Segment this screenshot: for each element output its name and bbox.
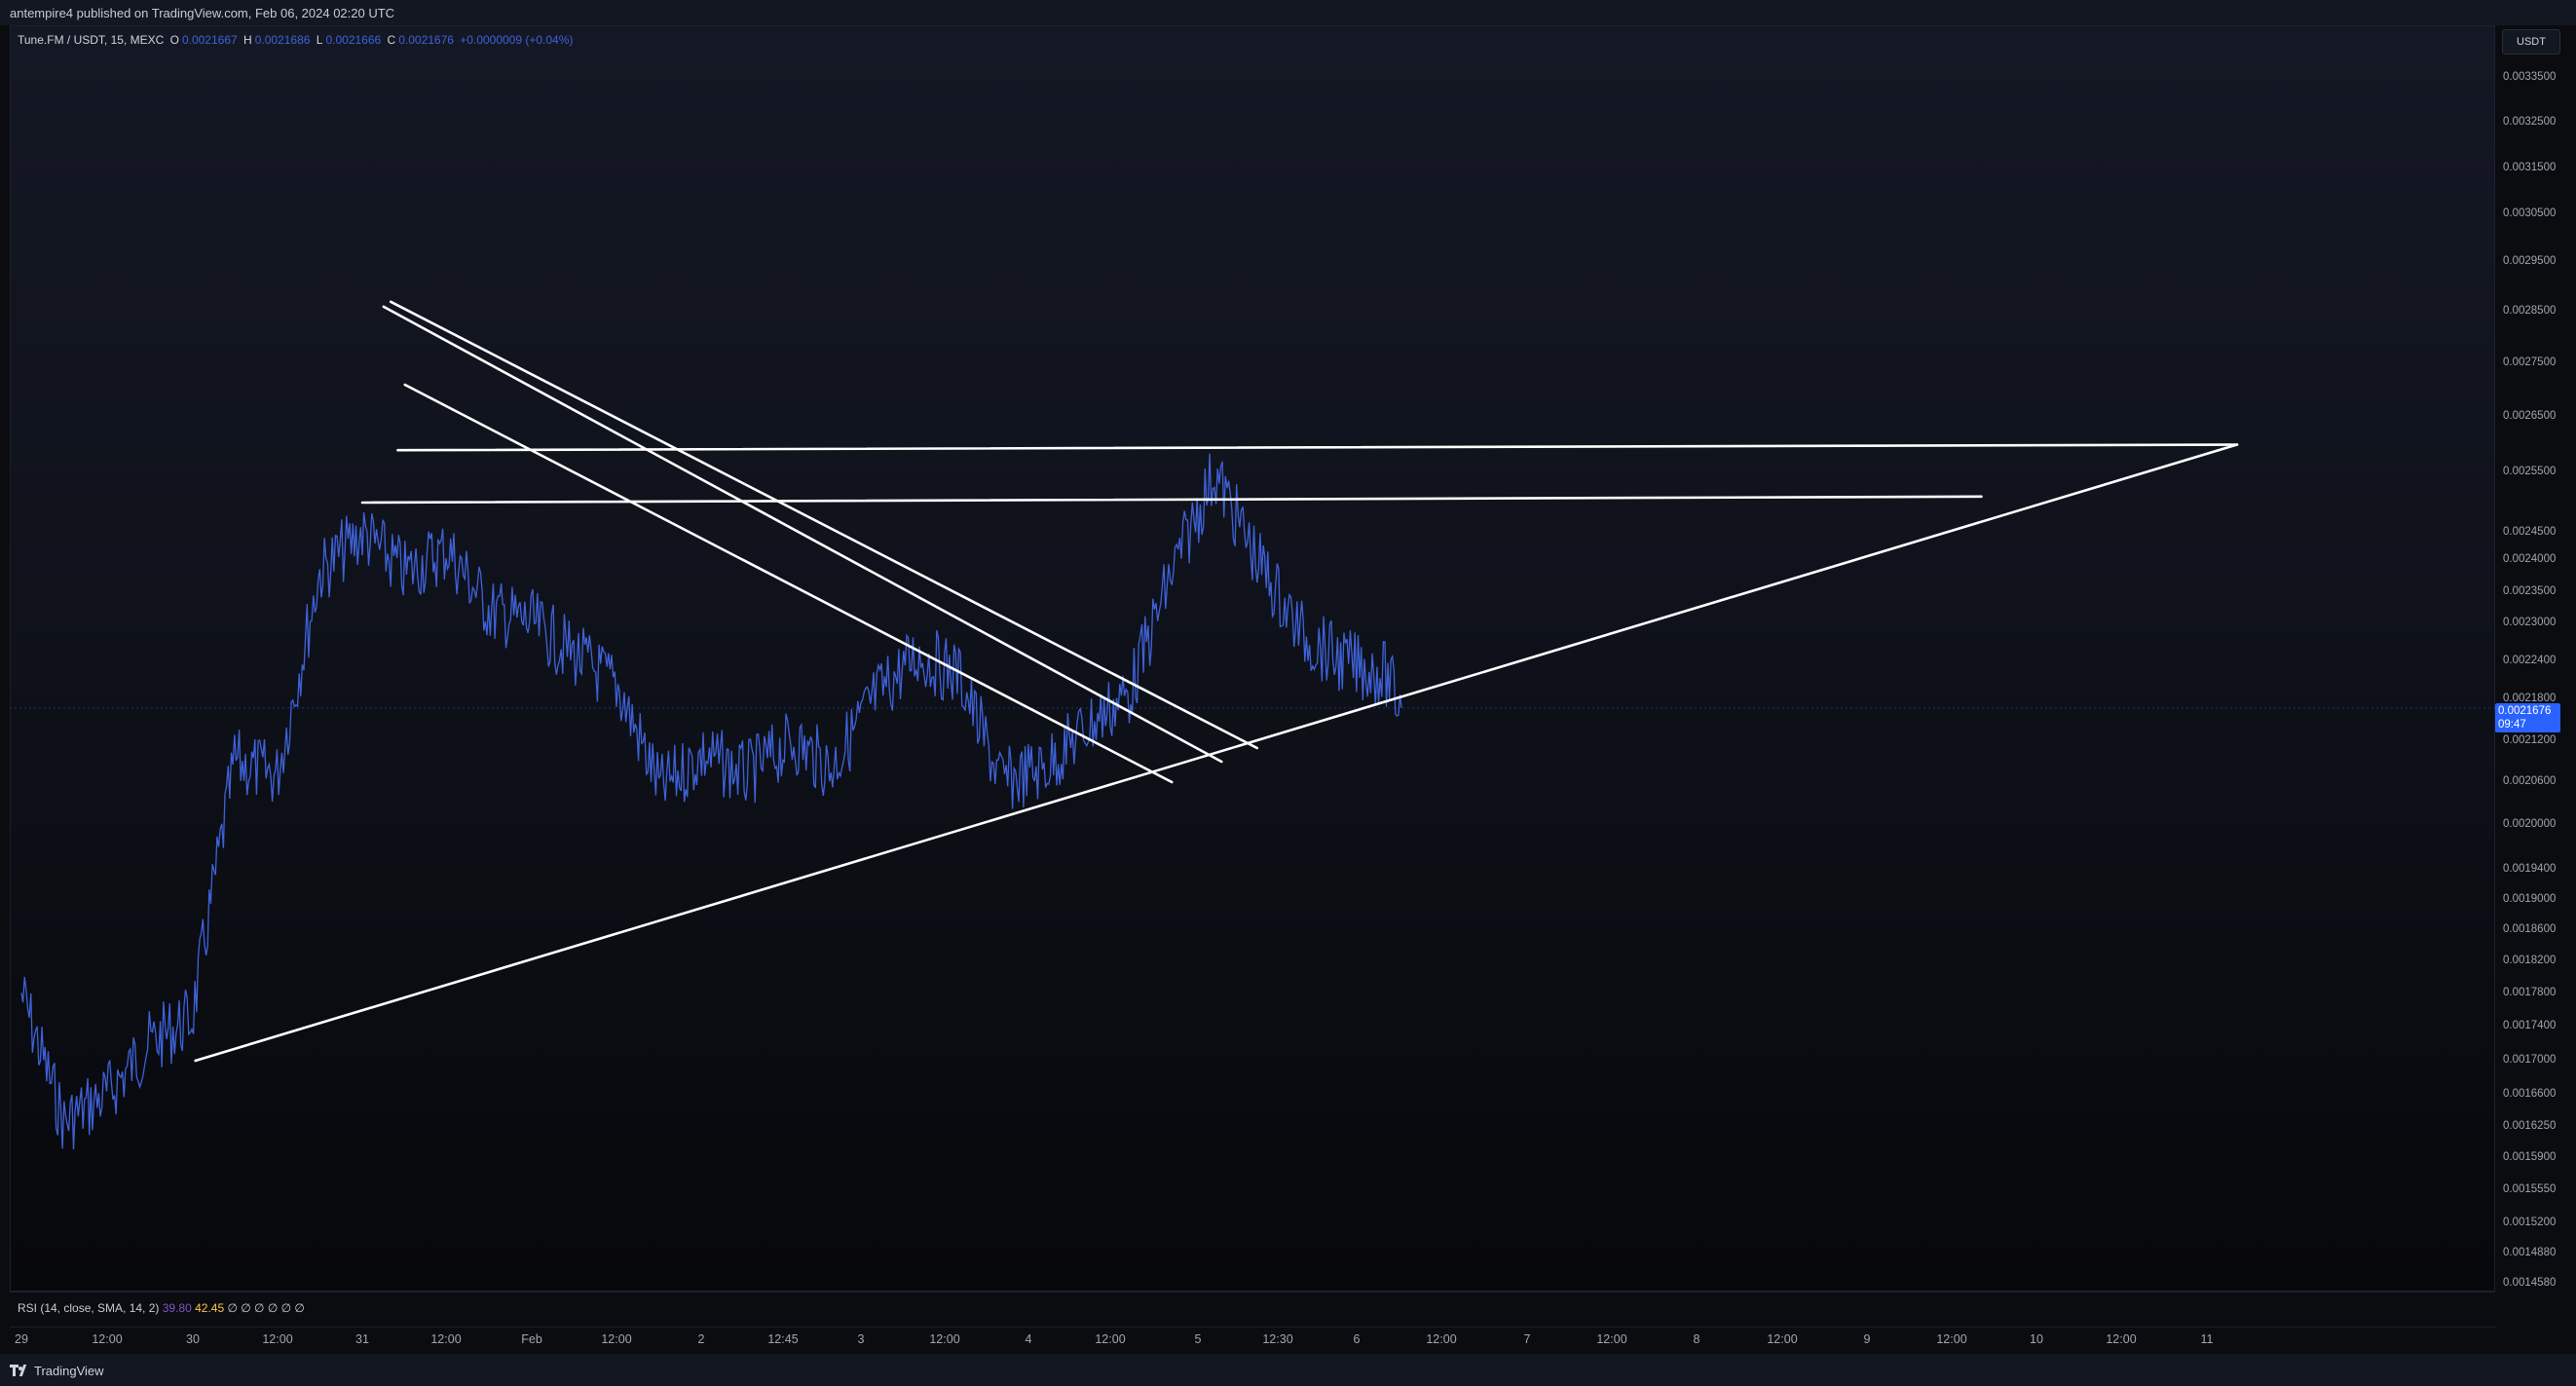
price-tick-label: 0.0018200: [2503, 955, 2557, 966]
time-tick-label: 12:00: [1596, 1332, 1627, 1346]
time-tick-label: 12:00: [430, 1332, 462, 1346]
price-tick-label: 0.0030500: [2503, 207, 2557, 219]
time-tick-label: 12:00: [601, 1332, 632, 1346]
price-tick-label: 0.0015900: [2503, 1151, 2557, 1163]
price-tick-label: 0.0025500: [2503, 466, 2557, 477]
price-tick-label: 0.0019000: [2503, 893, 2557, 905]
rsi-value: 39.80: [162, 1301, 192, 1315]
time-tick-label: 12:00: [1426, 1332, 1457, 1346]
price-tick-label: 0.0028500: [2503, 305, 2557, 317]
current-price-tag: 0.0021676 09:47: [2495, 703, 2560, 732]
time-tick-label: 29: [15, 1332, 28, 1346]
footer-bar: [0, 1354, 2576, 1386]
time-tick-label: 12:30: [1262, 1332, 1293, 1346]
price-tick-label: 0.0024000: [2503, 553, 2557, 565]
rsi-ma-value: 42.45: [195, 1301, 225, 1315]
time-tick-label: 31: [355, 1332, 369, 1346]
trendline: [389, 300, 1259, 750]
price-tick-label: 0.0023500: [2503, 585, 2557, 597]
price-tick-label: 0.0033500: [2503, 71, 2557, 83]
price-tick-label: 0.0021200: [2503, 734, 2557, 746]
time-tick-label: 10: [2030, 1332, 2043, 1346]
price-tick-label: 0.0017400: [2503, 1020, 2557, 1031]
trendline: [194, 443, 2239, 1063]
price-tick-label: 0.0029500: [2503, 255, 2557, 267]
time-tick-label: 4: [1025, 1332, 1032, 1346]
time-tick-label: 9: [1863, 1332, 1871, 1346]
rsi-null-values: ∅ ∅ ∅ ∅ ∅ ∅: [227, 1301, 305, 1315]
time-tick-label: 11: [2200, 1332, 2214, 1346]
time-tick-label: 3: [857, 1332, 865, 1346]
price-series-line: [20, 453, 1402, 1150]
price-tick-label: 0.0026500: [2503, 410, 2557, 422]
price-tick-label: 0.0015550: [2503, 1183, 2557, 1195]
price-tick-label: 0.0019400: [2503, 863, 2557, 875]
time-tick-label: 5: [1194, 1332, 1202, 1346]
price-tick-label: 0.0017800: [2503, 987, 2557, 998]
time-tick-label: 7: [1523, 1332, 1531, 1346]
trendline: [360, 495, 1983, 505]
price-tick-label: 0.0024500: [2503, 526, 2557, 538]
price-tick-label: 0.0027500: [2503, 356, 2557, 368]
time-tick-label: 12:00: [1936, 1332, 1967, 1346]
tradingview-brand: TradingView: [34, 1364, 104, 1378]
bar-countdown: 09:47: [2498, 719, 2526, 730]
rsi-pane[interactable]: [10, 1292, 2495, 1327]
time-tick-label: Feb: [521, 1332, 542, 1346]
price-tick-label: 0.0022400: [2503, 655, 2557, 666]
time-tick-label: 12:00: [929, 1332, 960, 1346]
time-tick-label: 2: [697, 1332, 705, 1346]
time-tick-label: 12:00: [92, 1332, 123, 1346]
tradingview-logo[interactable]: TradingView: [10, 1364, 104, 1378]
time-tick-label: 12:00: [2106, 1332, 2137, 1346]
price-tick-label: 0.0016250: [2503, 1120, 2557, 1132]
time-tick-label: 12:45: [767, 1332, 799, 1346]
currency-button[interactable]: USDT: [2502, 29, 2560, 55]
time-tick-label: 30: [186, 1332, 200, 1346]
price-tick-label: 0.0023000: [2503, 617, 2557, 628]
chart-svg: [10, 300, 2495, 1150]
price-tick-label: 0.0017000: [2503, 1054, 2557, 1066]
price-tick-label: 0.0016600: [2503, 1088, 2557, 1100]
price-tick-label: 0.0015200: [2503, 1217, 2557, 1228]
time-tick-label: 12:00: [1767, 1332, 1798, 1346]
time-tick-label: 12:00: [1095, 1332, 1126, 1346]
time-tick-label: 8: [1693, 1332, 1700, 1346]
time-tick-label: 6: [1353, 1332, 1361, 1346]
price-tick-label: 0.0014580: [2503, 1277, 2557, 1289]
price-tick-label: 0.0031500: [2503, 162, 2557, 173]
price-tick-label: 0.0020000: [2503, 818, 2557, 830]
price-tick-label: 0.0032500: [2503, 116, 2557, 128]
price-tick-label: 0.0014880: [2503, 1247, 2557, 1258]
trendline: [382, 305, 1223, 764]
current-price-value: 0.0021676: [2498, 705, 2552, 717]
price-tick-label: 0.0018600: [2503, 923, 2557, 935]
price-tick-label: 0.0020600: [2503, 775, 2557, 787]
rsi-title: RSI (14, close, SMA, 14, 2): [18, 1301, 160, 1315]
time-tick-label: 12:00: [262, 1332, 293, 1346]
tradingview-logo-icon: [10, 1364, 29, 1378]
rsi-legend: RSI (14, close, SMA, 14, 2) 39.80 42.45 …: [18, 1301, 305, 1315]
